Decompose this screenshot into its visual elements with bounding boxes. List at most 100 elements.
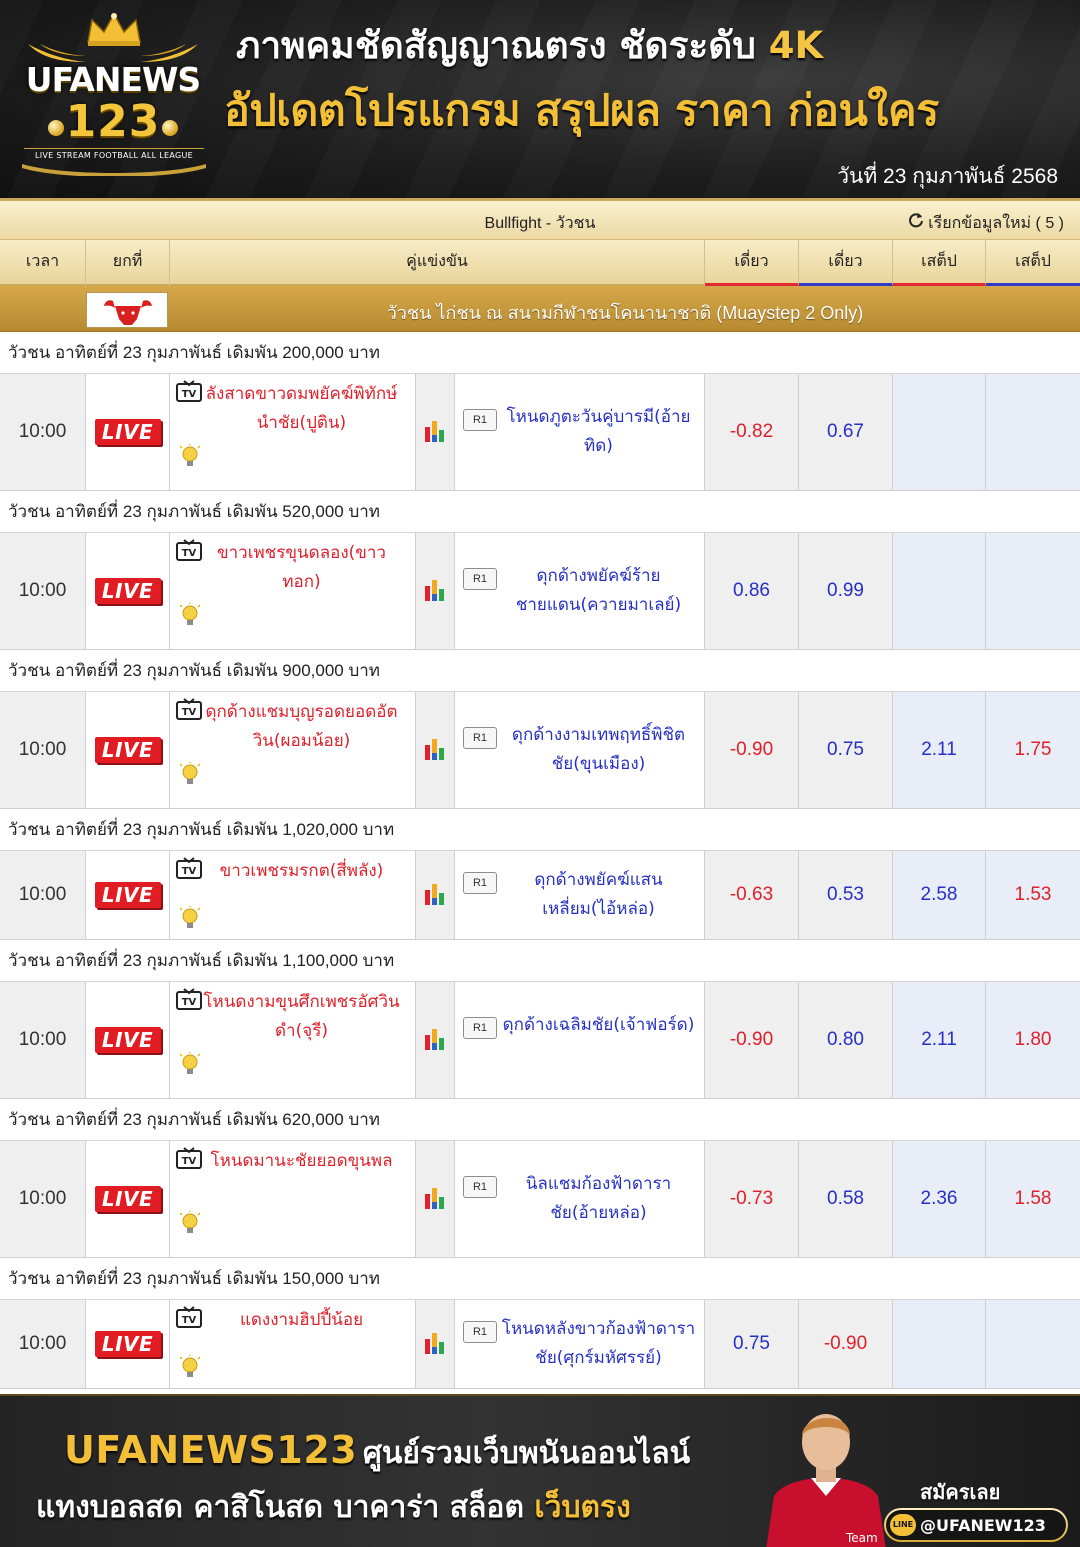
home-fighter-name[interactable]: ขาวเพชรขุนดลอง(ขาวทอก) <box>202 539 401 597</box>
match-row[interactable]: 10:00 LIVE TV แดงงามฮิปปี้น้อย R1 โหนดหลังขาว… <box>0 1300 1080 1389</box>
stats-cell[interactable] <box>416 1141 455 1257</box>
stats-icon[interactable] <box>424 880 446 910</box>
odds-single-2[interactable]: 0.67 <box>799 374 893 490</box>
odds-step-2[interactable]: 1.58 <box>986 1141 1080 1257</box>
tv-icon[interactable]: TV <box>176 698 202 720</box>
away-fighter-name[interactable]: โหนดหลังขาวก้องฟ้าดาราชัย(ศุกร์มหัศรรย์) <box>501 1315 696 1373</box>
odds-step-1[interactable]: 2.58 <box>893 851 986 939</box>
odds-single-2[interactable]: 0.99 <box>799 533 893 649</box>
bulb-icon[interactable] <box>179 1354 201 1381</box>
live-button[interactable]: LIVE <box>94 419 161 445</box>
away-fighter-name[interactable]: ดุกด้างงามเทพฤทธิ์พิชิตชัย(ขุนเมือง) <box>501 721 696 779</box>
bulb-icon[interactable] <box>179 1051 201 1078</box>
odds-step-1[interactable] <box>893 374 986 490</box>
home-fighter-name[interactable]: โหนดมานะชัยยอดขุนพล <box>202 1147 401 1176</box>
away-fighter-cell[interactable]: R1 ดุกด้างพยัคฆ์แสนเหลี่ยม(ไอ้หล่อ) <box>455 851 705 939</box>
odds-single-1[interactable]: 0.75 <box>705 1300 799 1388</box>
live-button[interactable]: LIVE <box>94 1027 161 1053</box>
match-row[interactable]: 10:00 LIVE TV ขาวเพชรมรกต(สี่พลัง) R1 ดุกด้าง… <box>0 851 1080 940</box>
stats-icon[interactable] <box>424 1329 446 1359</box>
home-fighter-cell[interactable]: TV ดุกด้างแชมบุญรอดยอดอัตวิน(ผอมน้อย) <box>170 692 416 808</box>
odds-step-2[interactable] <box>986 533 1080 649</box>
match-row[interactable]: 10:00 LIVE TV ดุกด้างแชมบุญรอดยอดอัตวิน(ผอม… <box>0 692 1080 809</box>
tv-icon[interactable]: TV <box>176 1147 202 1169</box>
stats-icon[interactable] <box>424 1025 446 1055</box>
odds-single-1[interactable]: -0.73 <box>705 1141 799 1257</box>
home-fighter-name[interactable]: แดงงามฮิปปี้น้อย <box>202 1306 401 1335</box>
home-fighter-cell[interactable]: TV ลังสาดขาวดมพยัคฆ์พิทักษ์นำชัย(ปูติน) <box>170 374 416 490</box>
stats-icon[interactable] <box>424 735 446 765</box>
odds-step-1[interactable] <box>893 1300 986 1388</box>
odds-step-1[interactable]: 2.36 <box>893 1141 986 1257</box>
stats-cell[interactable] <box>416 692 455 808</box>
bulb-icon[interactable] <box>179 443 201 470</box>
bulb-icon[interactable] <box>179 602 201 629</box>
away-fighter-cell[interactable]: R1 โหนดหลังขาวก้องฟ้าดาราชัย(ศุกร์มหัศรรย… <box>455 1300 705 1388</box>
signup-label[interactable]: สมัครเลย <box>920 1476 1000 1508</box>
stats-icon[interactable] <box>424 417 446 447</box>
stats-cell[interactable] <box>416 982 455 1098</box>
odds-single-1[interactable]: -0.82 <box>705 374 799 490</box>
odds-step-1[interactable]: 2.11 <box>893 982 986 1098</box>
odds-single-1[interactable]: -0.63 <box>705 851 799 939</box>
bulb-icon[interactable] <box>179 761 201 788</box>
live-button[interactable]: LIVE <box>94 578 161 604</box>
home-fighter-name[interactable]: ดุกด้างแชมบุญรอดยอดอัตวิน(ผอมน้อย) <box>202 698 401 756</box>
home-fighter-name[interactable]: ขาวเพชรมรกต(สี่พลัง) <box>202 857 401 886</box>
odds-single-2[interactable]: 0.53 <box>799 851 893 939</box>
odds-step-2[interactable]: 1.53 <box>986 851 1080 939</box>
odds-single-1[interactable]: -0.90 <box>705 692 799 808</box>
tv-icon[interactable]: TV <box>176 380 202 402</box>
away-fighter-name[interactable]: ดุกด้างพยัคฆ์ร้ายชายแดน(ควายมาเลย์) <box>501 562 696 620</box>
stats-cell[interactable] <box>416 374 455 490</box>
line-id-button[interactable]: LINE @UFANEW123 <box>884 1508 1068 1542</box>
odds-step-2[interactable] <box>986 1300 1080 1388</box>
match-row[interactable]: 10:00 LIVE TV โหนดงามขุนศึกเพชรอัศวินดำ(จุร… <box>0 982 1080 1099</box>
odds-single-2[interactable]: 0.75 <box>799 692 893 808</box>
away-fighter-cell[interactable]: R1 นิลแชมก้องฟ้าดาราชัย(อ้ายหล่อ) <box>455 1141 705 1257</box>
match-row[interactable]: 10:00 LIVE TV ขาวเพชรขุนดลอง(ขาวทอก) R1 ดุกด้… <box>0 533 1080 650</box>
bulb-icon[interactable] <box>179 905 201 932</box>
home-fighter-cell[interactable]: TV แดงงามฮิปปี้น้อย <box>170 1300 416 1388</box>
odds-step-1[interactable] <box>893 533 986 649</box>
brand-logo[interactable]: UFANEWS 123 LIVE STREAM FOOTBALL ALL LEA… <box>14 8 212 186</box>
tv-icon[interactable]: TV <box>176 988 202 1010</box>
away-fighter-cell[interactable]: R1 ดุกด้างเฉลิมชัย(เจ้าฟอร์ด) <box>455 982 705 1098</box>
live-button[interactable]: LIVE <box>94 737 161 763</box>
stats-cell[interactable] <box>416 851 455 939</box>
odds-single-2[interactable]: -0.90 <box>799 1300 893 1388</box>
home-fighter-cell[interactable]: TV โหนดมานะชัยยอดขุนพล <box>170 1141 416 1257</box>
tv-icon[interactable]: TV <box>176 539 202 561</box>
home-fighter-cell[interactable]: TV ขาวเพชรมรกต(สี่พลัง) <box>170 851 416 939</box>
stats-cell[interactable] <box>416 1300 455 1388</box>
odds-single-2[interactable]: 0.80 <box>799 982 893 1098</box>
live-button[interactable]: LIVE <box>94 1331 161 1357</box>
odds-step-2[interactable]: 1.80 <box>986 982 1080 1098</box>
odds-single-1[interactable]: -0.90 <box>705 982 799 1098</box>
away-fighter-name[interactable]: ดุกด้างพยัคฆ์แสนเหลี่ยม(ไอ้หล่อ) <box>501 866 696 924</box>
tv-icon[interactable]: TV <box>176 857 202 879</box>
stats-cell[interactable] <box>416 533 455 649</box>
away-fighter-cell[interactable]: R1 ดุกด้างงามเทพฤทธิ์พิชิตชัย(ขุนเมือง) <box>455 692 705 808</box>
match-row[interactable]: 10:00 LIVE TV โหนดมานะชัยยอดขุนพล R1 นิลแชมก้… <box>0 1141 1080 1258</box>
live-button[interactable]: LIVE <box>94 1186 161 1212</box>
away-fighter-cell[interactable]: R1 โหนดภูตะวันคู่บารมี(อ้ายทิด) <box>455 374 705 490</box>
home-fighter-name[interactable]: ลังสาดขาวดมพยัคฆ์พิทักษ์นำชัย(ปูติน) <box>202 380 401 438</box>
tv-icon[interactable]: TV <box>176 1306 202 1328</box>
stats-icon[interactable] <box>424 1184 446 1214</box>
odds-step-2[interactable]: 1.75 <box>986 692 1080 808</box>
away-fighter-name[interactable]: โหนดภูตะวันคู่บารมี(อ้ายทิด) <box>501 403 696 461</box>
odds-step-2[interactable] <box>986 374 1080 490</box>
home-fighter-name[interactable]: โหนดงามขุนศึกเพชรอัศวินดำ(จุรี) <box>202 988 401 1046</box>
home-fighter-cell[interactable]: TV โหนดงามขุนศึกเพชรอัศวินดำ(จุรี) <box>170 982 416 1098</box>
away-fighter-cell[interactable]: R1 ดุกด้างพยัคฆ์ร้ายชายแดน(ควายมาเลย์) <box>455 533 705 649</box>
odds-single-1[interactable]: 0.86 <box>705 533 799 649</box>
refresh-button[interactable]: เรียกข้อมูลใหม่ ( 5 ) <box>908 211 1064 236</box>
away-fighter-name[interactable]: ดุกด้างเฉลิมชัย(เจ้าฟอร์ด) <box>501 1011 696 1040</box>
away-fighter-name[interactable]: นิลแชมก้องฟ้าดาราชัย(อ้ายหล่อ) <box>501 1170 696 1228</box>
live-button[interactable]: LIVE <box>94 882 161 908</box>
home-fighter-cell[interactable]: TV ขาวเพชรขุนดลอง(ขาวทอก) <box>170 533 416 649</box>
league-name[interactable]: วัวชน ไก่ชน ณ สนามกีฬาชนโคนานาชาติ (Muay… <box>170 298 1080 327</box>
odds-step-1[interactable]: 2.11 <box>893 692 986 808</box>
match-row[interactable]: 10:00 LIVE TV ลังสาดขาวดมพยัคฆ์พิทักษ์นำชัย… <box>0 374 1080 491</box>
